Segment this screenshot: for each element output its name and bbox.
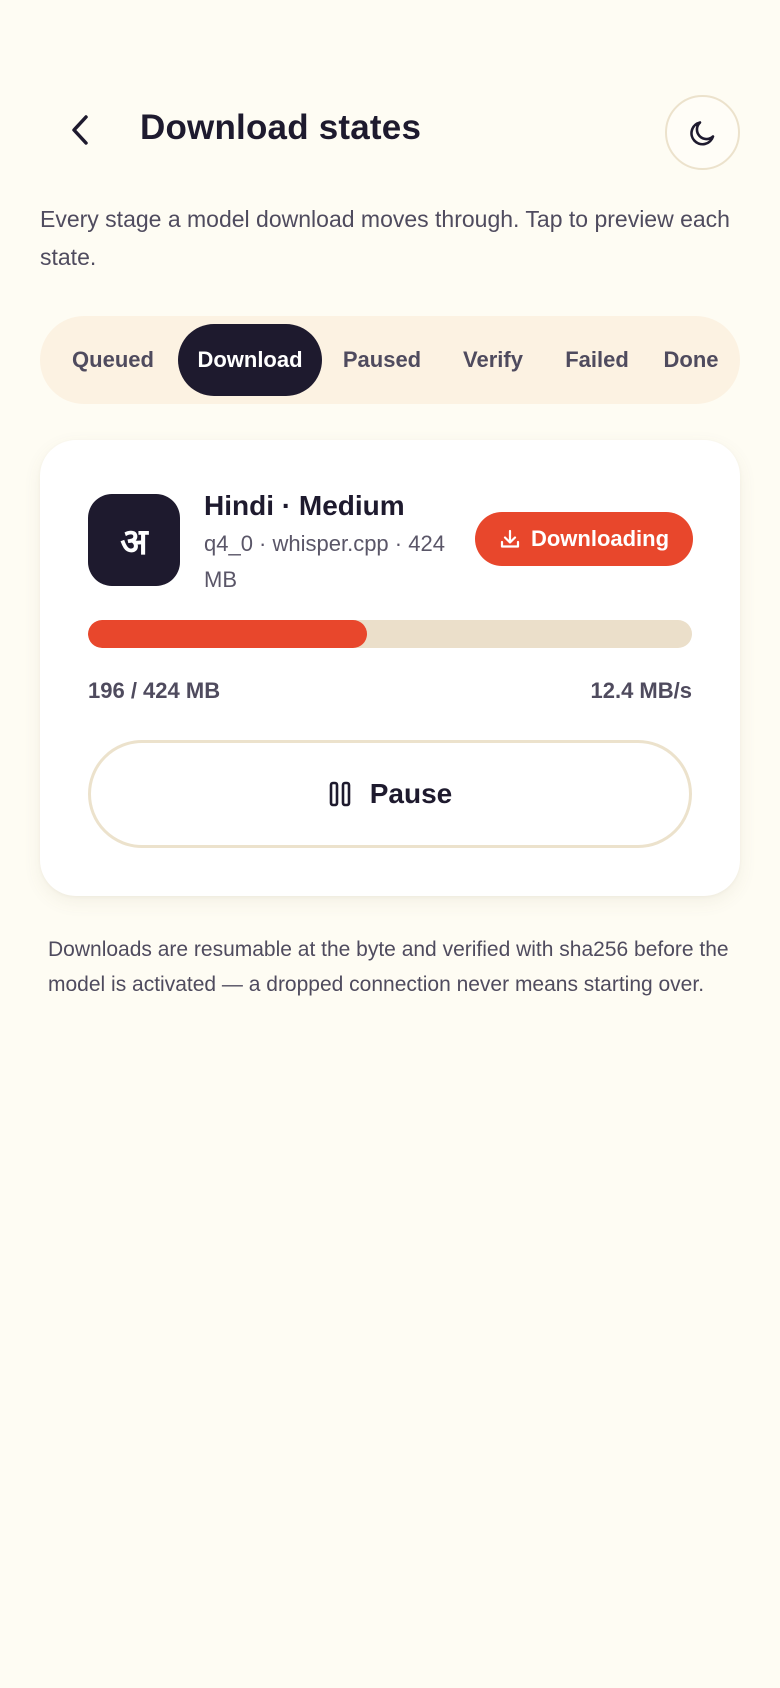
page-title: Download states bbox=[140, 108, 422, 147]
resumable-footnote: Downloads are resumable at the byte and … bbox=[48, 938, 729, 996]
page-subtitle: Every stage a model download moves throu… bbox=[40, 206, 730, 270]
theme-toggle-button[interactable] bbox=[665, 95, 740, 170]
status-badge: Downloading bbox=[475, 512, 693, 566]
model-language-icon: अ bbox=[88, 494, 180, 586]
back-button[interactable] bbox=[56, 106, 104, 154]
tab-done[interactable]: Done bbox=[650, 324, 732, 396]
download-states-screen: Download states Every stage a model down… bbox=[0, 0, 780, 1688]
tab-queued[interactable]: Queued bbox=[48, 324, 178, 396]
downloaded-size: 196 / 424 MB bbox=[88, 678, 221, 703]
status-label: Downloading bbox=[530, 526, 670, 551]
model-meta: q4_0 · whisper.cpp · 424 MB bbox=[204, 531, 445, 592]
chevron-left-icon bbox=[72, 115, 88, 145]
download-icon bbox=[500, 529, 520, 548]
model-name: Hindi · Medium bbox=[204, 490, 405, 521]
download-progress-bar bbox=[88, 620, 692, 648]
pause-icon bbox=[329, 781, 351, 807]
moon-icon bbox=[689, 120, 714, 145]
tab-download[interactable]: Download bbox=[178, 324, 322, 396]
download-card: अ Hindi · Medium q4_0 · whisper.cpp · 42… bbox=[40, 440, 740, 896]
tab-verify[interactable]: Verify bbox=[442, 324, 544, 396]
tab-failed[interactable]: Failed bbox=[544, 324, 650, 396]
pause-label: Pause bbox=[369, 778, 453, 809]
progress-fill bbox=[88, 620, 368, 648]
download-speed: 12.4 MB/s bbox=[590, 678, 693, 703]
state-tabs: Queued Download Paused Verify Failed Don… bbox=[40, 316, 740, 404]
pause-button[interactable]: Pause bbox=[88, 740, 692, 848]
tab-paused[interactable]: Paused bbox=[322, 324, 442, 396]
